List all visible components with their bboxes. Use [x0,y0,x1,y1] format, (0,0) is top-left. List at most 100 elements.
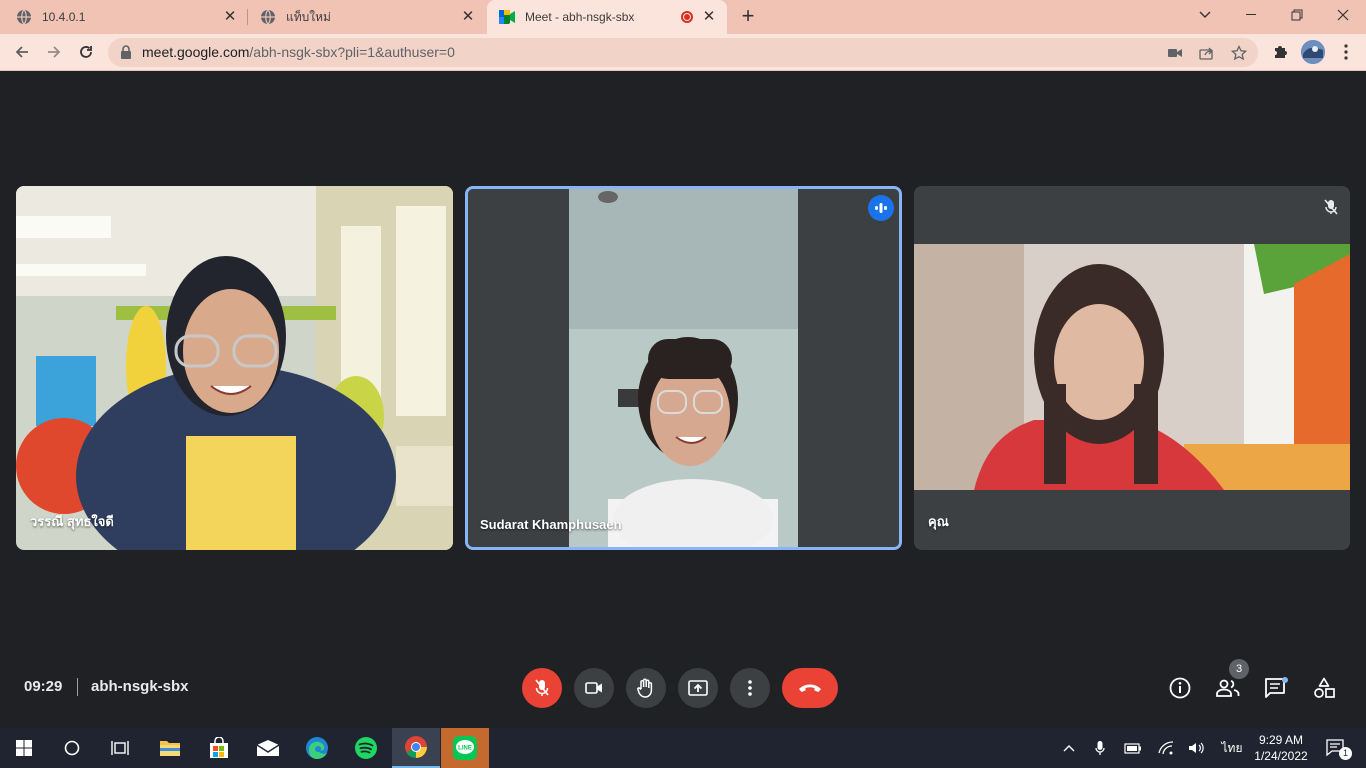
windows-taskbar: LINE ไทย 9:29 AM 1/24/2022 1 [0,728,1366,768]
extensions-puzzle-icon[interactable] [1270,42,1290,62]
chat-button[interactable] [1263,675,1289,701]
mail-envelope-icon [256,740,280,756]
meeting-controls-bar: 09:29 abh-nsgk-sbx 3 [0,659,1366,722]
present-screen-button[interactable] [678,668,718,708]
recording-dot-icon [681,11,693,23]
notification-count: 1 [1339,747,1352,760]
participant-name: คุณ [928,514,949,529]
task-view-icon [111,741,129,755]
reload-button[interactable] [74,40,98,64]
close-tab-icon[interactable]: ✕ [701,9,717,25]
line-logo-icon: LINE [453,736,477,760]
chrome-logo-icon [405,736,427,758]
url-path: /abh-nsgk-sbx?pli=1&authuser=0 [249,44,455,60]
meet-logo-icon [499,9,515,25]
clock-time: 9:29 AM [1258,733,1304,747]
wifi-icon[interactable] [1156,738,1176,758]
minimize-button[interactable] [1228,0,1274,30]
edge-logo-icon [306,737,328,759]
globe-icon [16,9,32,25]
task-view-button[interactable] [96,728,144,768]
windows-logo-icon [16,740,32,756]
url-text[interactable]: meet.google.com/abh-nsgk-sbx?pli=1&authu… [142,44,455,60]
meeting-code: abh-nsgk-sbx [91,678,189,695]
participant-name: Sudarat Khamphusaen [480,517,622,532]
edge-button[interactable] [293,728,341,768]
participant-video [468,189,899,547]
participant-tile-self[interactable]: คุณ [914,186,1350,550]
chat-icon [1265,677,1288,698]
activities-button[interactable] [1311,675,1337,701]
svg-text:LINE: LINE [458,746,472,752]
muted-mic-icon [1318,194,1344,220]
people-icon [1216,679,1240,697]
spotify-button[interactable] [342,728,390,768]
globe-icon [260,9,276,25]
participant-video [16,186,453,550]
raise-hand-button[interactable] [626,668,666,708]
participant-tile[interactable]: วรรณี สุทธใจดี [16,186,453,550]
show-everyone-button[interactable] [1215,675,1241,701]
close-tab-icon[interactable]: ✕ [460,9,476,25]
search-button[interactable] [48,728,96,768]
start-button[interactable] [0,728,48,768]
tab-search-icon[interactable] [1182,0,1228,30]
tab-title: 10.4.0.1 [42,10,86,24]
microsoft-store-button[interactable] [195,728,243,768]
share-icon[interactable] [1198,44,1216,62]
camera-in-use-icon[interactable] [1166,44,1184,62]
clock-date: 1/24/2022 [1254,749,1308,763]
folder-icon [160,741,180,756]
tab-router[interactable]: 10.4.0.1 ✕ [0,0,248,34]
line-app-button[interactable]: LINE [441,728,489,768]
input-language-indicator[interactable]: ไทย [1220,738,1244,758]
tab-meet[interactable]: Meet - abh-nsgk-sbx ✕ [487,0,727,34]
meeting-clock: 09:29 [24,678,63,695]
present-icon [688,680,708,696]
mic-off-icon [535,679,549,696]
show-hidden-icons-icon[interactable] [1059,738,1079,758]
hand-icon [637,678,653,698]
tab-strip: 10.4.0.1 ✕ แท็บใหม่ ✕ Meet - abh-nsgk-sb… [0,0,1366,34]
action-center-button[interactable]: 1 [1324,738,1352,760]
meet-stage: วรรณี สุทธใจดี Sudarat Khamphusaen คุณ 0… [0,72,1366,728]
tab-title: Meet - abh-nsgk-sbx [525,10,635,24]
leave-call-button[interactable] [782,668,838,708]
divider [77,678,78,696]
video-camera-icon [585,682,602,694]
bookmark-star-icon[interactable] [1230,44,1248,62]
chrome-button[interactable] [392,728,440,768]
info-icon [1169,677,1191,699]
restore-button[interactable] [1274,0,1320,30]
mail-button[interactable] [244,728,292,768]
more-options-button[interactable] [730,668,770,708]
cortana-circle-icon [64,740,80,756]
volume-icon[interactable] [1187,738,1207,758]
lock-icon[interactable] [120,45,132,64]
system-clock[interactable]: 9:29 AM 1/24/2022 [1252,732,1310,764]
new-tab-button[interactable]: + [736,5,760,29]
battery-icon[interactable] [1123,738,1143,758]
url-host: meet.google.com [142,44,250,60]
spotify-logo-icon [355,737,377,759]
participant-tile-active-speaker[interactable]: Sudarat Khamphusaen [465,186,902,550]
store-bag-icon [210,737,228,758]
file-explorer-button[interactable] [146,728,194,768]
back-button[interactable] [10,40,34,64]
camera-toggle-button[interactable] [574,668,614,708]
participant-video [914,186,1350,550]
more-vert-icon [748,680,752,696]
forward-button[interactable] [42,40,66,64]
address-bar[interactable]: meet.google.com/abh-nsgk-sbx?pli=1&authu… [108,38,1258,67]
close-tab-icon[interactable]: ✕ [222,9,238,25]
tab-title: แท็บใหม่ [286,9,331,24]
participant-name: วรรณี สุทธใจดี [30,514,114,529]
microphone-toggle-button[interactable] [522,668,562,708]
kebab-menu-icon[interactable] [1336,42,1356,62]
microphone-in-use-icon[interactable] [1090,738,1110,758]
meeting-details-button[interactable] [1167,675,1193,701]
close-window-button[interactable] [1320,0,1366,30]
speaking-indicator-icon [868,195,894,221]
profile-avatar[interactable] [1301,40,1325,64]
tab-new-tab[interactable]: แท็บใหม่ ✕ [248,0,486,34]
